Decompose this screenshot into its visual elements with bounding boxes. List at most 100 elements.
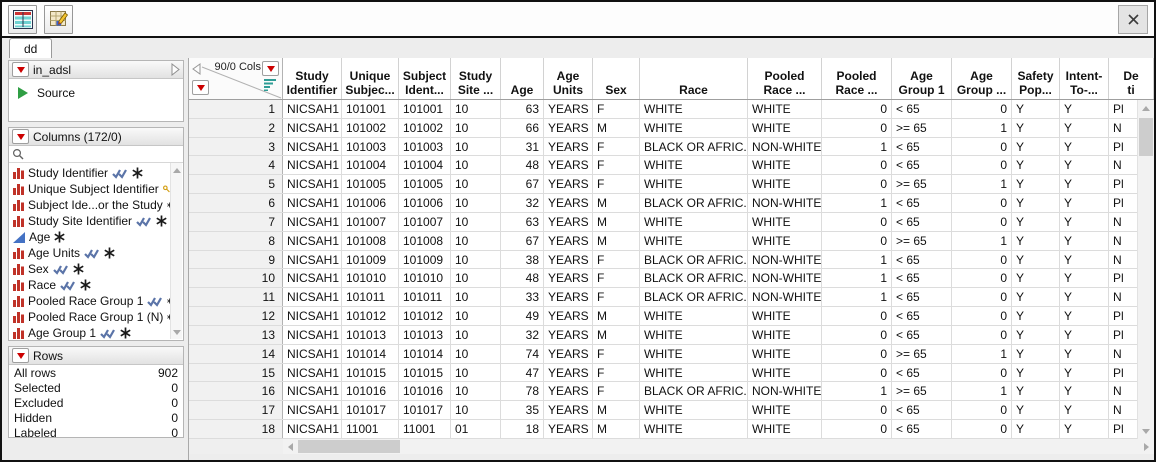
- cell[interactable]: 0: [952, 213, 1012, 231]
- cell[interactable]: YEARS: [544, 194, 593, 212]
- cell[interactable]: 0: [822, 100, 892, 118]
- cell[interactable]: WHITE: [748, 307, 822, 325]
- cell[interactable]: < 65: [892, 401, 952, 419]
- cell[interactable]: Y: [1012, 213, 1060, 231]
- cell[interactable]: NICSAH1: [283, 119, 342, 137]
- cell[interactable]: < 65: [892, 326, 952, 344]
- cell[interactable]: 66: [501, 119, 544, 137]
- cell[interactable]: 0: [952, 138, 1012, 156]
- cell[interactable]: NICSAH1: [283, 138, 342, 156]
- cell[interactable]: NICSAH1: [283, 288, 342, 306]
- cell[interactable]: NICSAH1: [283, 307, 342, 325]
- row-number[interactable]: 4: [189, 156, 283, 174]
- cell[interactable]: 1: [822, 382, 892, 400]
- cell[interactable]: WHITE: [640, 345, 748, 363]
- row-number[interactable]: 12: [189, 307, 283, 325]
- cell[interactable]: WHITE: [640, 119, 748, 137]
- cell[interactable]: 101006: [399, 194, 451, 212]
- cell[interactable]: F: [593, 382, 640, 400]
- cell[interactable]: 0: [822, 307, 892, 325]
- cell[interactable]: Y: [1012, 364, 1060, 382]
- close-button[interactable]: [1118, 5, 1148, 34]
- cell[interactable]: 10: [451, 401, 501, 419]
- cell[interactable]: < 65: [892, 156, 952, 174]
- cell[interactable]: F: [593, 156, 640, 174]
- cell[interactable]: 0: [822, 364, 892, 382]
- cell[interactable]: WHITE: [748, 420, 822, 438]
- cell[interactable]: 1: [822, 194, 892, 212]
- cell[interactable]: 67: [501, 232, 544, 250]
- column-header[interactable]: UniqueSubjec...: [342, 58, 399, 99]
- cell[interactable]: Y: [1012, 345, 1060, 363]
- cell[interactable]: M: [593, 307, 640, 325]
- horizontal-scrollbar[interactable]: [189, 439, 1154, 454]
- cell[interactable]: 0: [952, 194, 1012, 212]
- row-number[interactable]: 5: [189, 175, 283, 193]
- cell[interactable]: 0: [952, 288, 1012, 306]
- cell[interactable]: Y: [1012, 138, 1060, 156]
- cell[interactable]: 1: [822, 138, 892, 156]
- column-order-icon[interactable]: [263, 79, 277, 91]
- cell[interactable]: 10: [451, 288, 501, 306]
- cell[interactable]: WHITE: [748, 364, 822, 382]
- cell[interactable]: 10: [451, 345, 501, 363]
- cell[interactable]: WHITE: [640, 401, 748, 419]
- edit-table-icon-button[interactable]: [44, 5, 73, 34]
- cell[interactable]: Y: [1060, 326, 1109, 344]
- cell[interactable]: 101007: [399, 213, 451, 231]
- cell[interactable]: 101011: [342, 288, 399, 306]
- column-header[interactable]: PooledRace ...: [822, 58, 892, 99]
- cell[interactable]: 63: [501, 100, 544, 118]
- cell[interactable]: WHITE: [640, 100, 748, 118]
- cell[interactable]: 101002: [342, 119, 399, 137]
- column-header[interactable]: Sex: [593, 58, 640, 99]
- columns-header-red-triangle-button[interactable]: [262, 61, 279, 76]
- cell[interactable]: NICSAH1: [283, 269, 342, 287]
- column-list-item[interactable]: Age: [11, 229, 171, 245]
- cell[interactable]: 101012: [342, 307, 399, 325]
- cell[interactable]: 101014: [399, 345, 451, 363]
- cell[interactable]: F: [593, 364, 640, 382]
- rows-menu-red-triangle-button[interactable]: [12, 348, 29, 363]
- cell[interactable]: < 65: [892, 138, 952, 156]
- vertical-scrollbar-thumb[interactable]: [1139, 118, 1153, 156]
- cell[interactable]: Y: [1060, 288, 1109, 306]
- cell[interactable]: 101002: [399, 119, 451, 137]
- cell[interactable]: 101001: [399, 100, 451, 118]
- cell[interactable]: Y: [1012, 100, 1060, 118]
- cell[interactable]: Y: [1012, 119, 1060, 137]
- cell[interactable]: 0: [952, 401, 1012, 419]
- cell[interactable]: < 65: [892, 251, 952, 269]
- cell[interactable]: 101010: [342, 269, 399, 287]
- cell[interactable]: WHITE: [640, 364, 748, 382]
- cell[interactable]: Y: [1060, 232, 1109, 250]
- cell[interactable]: 0: [822, 326, 892, 344]
- cell[interactable]: NICSAH1: [283, 100, 342, 118]
- vertical-scrollbar[interactable]: [1137, 100, 1154, 439]
- cell[interactable]: WHITE: [748, 213, 822, 231]
- cell[interactable]: 10: [451, 138, 501, 156]
- cell[interactable]: NICSAH1: [283, 364, 342, 382]
- cell[interactable]: < 65: [892, 100, 952, 118]
- cell[interactable]: 10: [451, 364, 501, 382]
- column-list-item[interactable]: Unique Subject Identifier: [11, 181, 171, 197]
- cell[interactable]: Y: [1012, 175, 1060, 193]
- cell[interactable]: Y: [1060, 382, 1109, 400]
- cell[interactable]: 101009: [342, 251, 399, 269]
- column-list-item[interactable]: Sex: [11, 261, 171, 277]
- cell[interactable]: 101004: [342, 156, 399, 174]
- cell[interactable]: NICSAH1: [283, 213, 342, 231]
- cell[interactable]: < 65: [892, 194, 952, 212]
- cell[interactable]: 11001: [342, 420, 399, 438]
- cell[interactable]: 101011: [399, 288, 451, 306]
- columns-list-scrollbar[interactable]: [170, 163, 182, 339]
- row-number[interactable]: 6: [189, 194, 283, 212]
- cell[interactable]: WHITE: [748, 326, 822, 344]
- cell[interactable]: WHITE: [640, 213, 748, 231]
- cell[interactable]: 1: [952, 345, 1012, 363]
- cell[interactable]: 0: [822, 175, 892, 193]
- cell[interactable]: WHITE: [640, 420, 748, 438]
- cell[interactable]: 0: [822, 156, 892, 174]
- cell[interactable]: 0: [952, 156, 1012, 174]
- column-header[interactable]: Intent-To-...: [1060, 58, 1109, 99]
